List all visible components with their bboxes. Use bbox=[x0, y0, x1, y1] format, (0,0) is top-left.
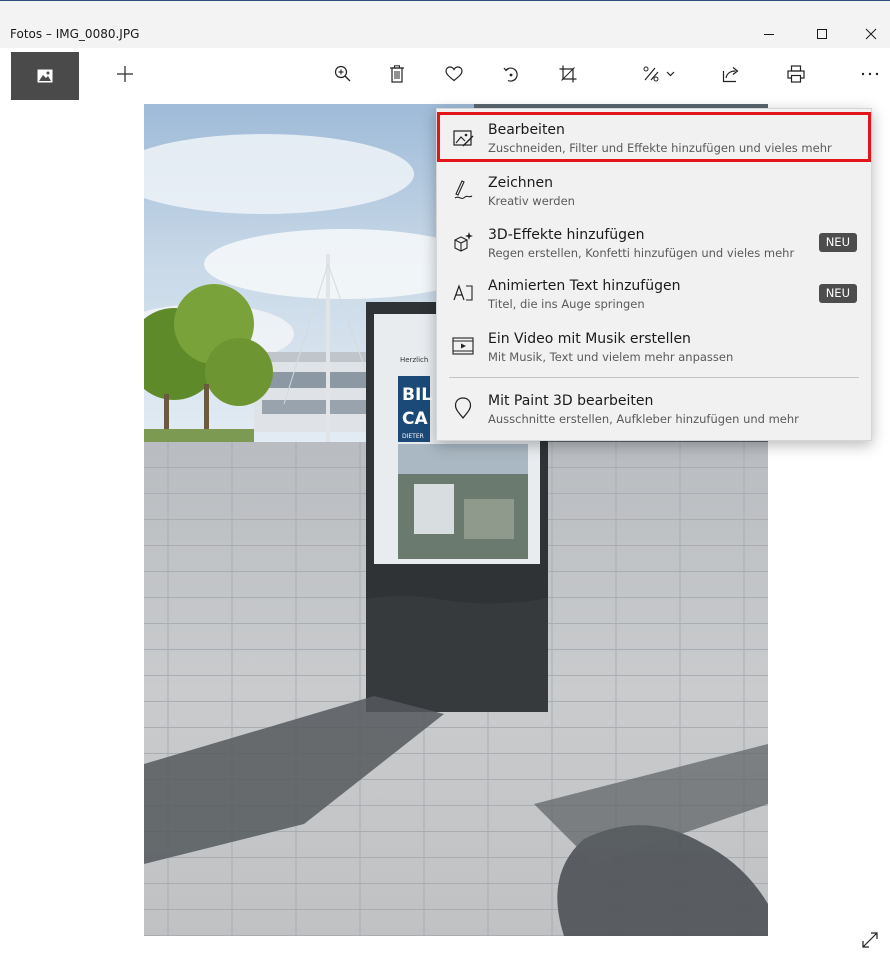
kiosk-big-text-2: CA bbox=[402, 409, 428, 429]
edit-image-icon bbox=[452, 127, 476, 151]
plus-icon bbox=[117, 66, 133, 82]
rotate-button[interactable] bbox=[489, 48, 533, 100]
crop-button[interactable] bbox=[546, 48, 590, 100]
delete-button[interactable] bbox=[375, 48, 419, 100]
menu-item-title: Mit Paint 3D bearbeiten bbox=[488, 393, 654, 409]
title-bar[interactable]: Fotos – IMG_0080.JPG bbox=[0, 1, 890, 48]
add-button[interactable] bbox=[103, 48, 147, 100]
view-toggle-button[interactable] bbox=[11, 52, 79, 100]
menu-item-title: 3D-Effekte hinzufügen bbox=[488, 227, 645, 243]
menu-item-subtitle: Zuschneiden, Filter und Effekte hinzufüg… bbox=[488, 141, 832, 155]
menu-item-subtitle: Kreativ werden bbox=[488, 194, 575, 208]
print-button[interactable] bbox=[774, 48, 818, 100]
menu-item-bearbeiten[interactable]: Bearbeiten Zuschneiden, Filter und Effek… bbox=[437, 112, 871, 162]
favorite-button[interactable] bbox=[432, 48, 476, 100]
full-screen-button[interactable] bbox=[858, 928, 882, 952]
menu-item-zeichnen[interactable]: Zeichnen Kreativ werden bbox=[437, 165, 871, 215]
zoom-button[interactable] bbox=[321, 48, 365, 100]
menu-item-animierten-text[interactable]: Animierten Text hinzufügen Titel, die in… bbox=[437, 268, 871, 318]
photos-app-window: Fotos – IMG_0080.JPG Herzlich BIL CA DIE… bbox=[0, 0, 890, 958]
delete-icon bbox=[390, 65, 404, 83]
draw-pen-icon bbox=[451, 178, 475, 202]
print-icon bbox=[787, 65, 805, 83]
minimize-button[interactable] bbox=[746, 19, 792, 49]
kiosk-small-text-2: DIETER bbox=[402, 433, 424, 440]
menu-item-subtitle: Mit Musik, Text und vielem mehr anpassen bbox=[488, 350, 734, 364]
rotate-icon bbox=[503, 67, 518, 82]
video-music-icon bbox=[451, 334, 475, 358]
more-icon bbox=[861, 72, 879, 76]
menu-item-subtitle: Ausschnitte erstellen, Aufkleber hinzufü… bbox=[488, 412, 799, 426]
edit-and-create-button[interactable] bbox=[630, 48, 688, 100]
menu-item-subtitle: Titel, die ins Auge springen bbox=[488, 297, 645, 311]
close-icon bbox=[865, 28, 877, 40]
image-icon bbox=[37, 69, 53, 83]
3d-effects-icon bbox=[451, 230, 475, 254]
edit-and-create-icon bbox=[643, 66, 675, 82]
minimize-icon bbox=[764, 34, 774, 35]
new-badge: NEU bbox=[818, 233, 857, 252]
paint3d-icon bbox=[451, 396, 475, 420]
animated-text-icon bbox=[451, 281, 475, 305]
menu-item-subtitle: Regen erstellen, Konfetti hinzufügen und… bbox=[488, 246, 795, 260]
menu-item-title: Bearbeiten bbox=[488, 122, 565, 138]
menu-item-paint-3d[interactable]: Mit Paint 3D bearbeiten Ausschnitte erst… bbox=[437, 383, 871, 433]
kiosk-big-text-1: BIL bbox=[402, 385, 432, 405]
new-badge: NEU bbox=[818, 284, 857, 303]
menu-item-video-musik[interactable]: Ein Video mit Musik erstellen Mit Musik,… bbox=[437, 321, 871, 371]
maximize-icon bbox=[817, 29, 827, 39]
more-options-button[interactable] bbox=[850, 48, 890, 100]
menu-item-title: Zeichnen bbox=[488, 175, 554, 191]
menu-item-title: Ein Video mit Musik erstellen bbox=[488, 331, 691, 347]
close-button[interactable] bbox=[848, 19, 890, 49]
window-title: Fotos – IMG_0080.JPG bbox=[10, 27, 140, 41]
kiosk-small-text: Herzlich bbox=[400, 356, 428, 364]
menu-item-title: Animierten Text hinzufügen bbox=[488, 278, 681, 294]
zoom-in-icon bbox=[334, 65, 351, 82]
expand-icon bbox=[862, 932, 878, 948]
heart-icon bbox=[445, 66, 463, 82]
menu-separator bbox=[449, 377, 859, 378]
menu-item-3d-effekte[interactable]: 3D-Effekte hinzufügen Regen erstellen, K… bbox=[437, 217, 871, 267]
maximize-button[interactable] bbox=[799, 19, 845, 49]
edit-create-menu: Bearbeiten Zuschneiden, Filter und Effek… bbox=[436, 108, 872, 441]
crop-icon bbox=[559, 65, 577, 83]
share-button[interactable] bbox=[709, 48, 753, 100]
share-icon bbox=[722, 67, 739, 83]
command-bar bbox=[0, 48, 890, 100]
